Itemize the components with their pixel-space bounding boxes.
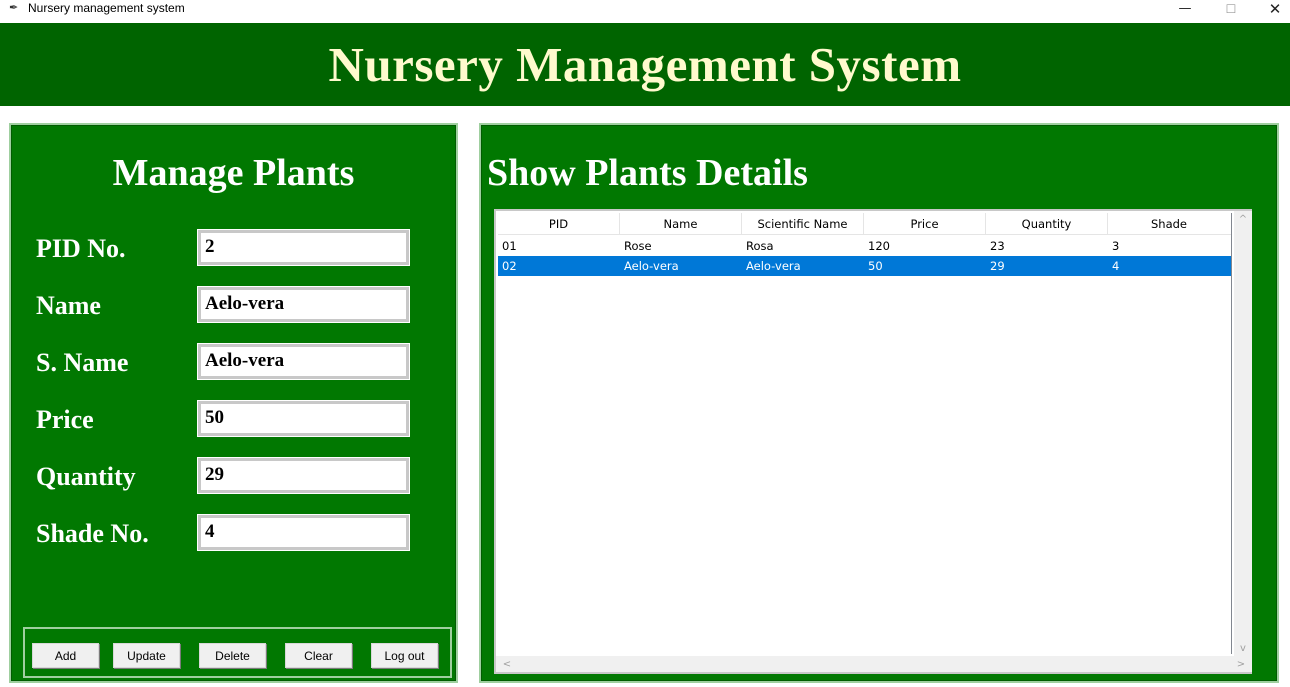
pid-input[interactable]: 2: [197, 229, 410, 266]
cell-pid: 02: [502, 259, 517, 273]
clear-button[interactable]: Clear: [285, 643, 352, 668]
price-label: Price: [36, 405, 94, 434]
delete-button[interactable]: Delete: [199, 643, 266, 668]
shade-row: Shade No. 4: [11, 514, 456, 555]
column-header-scientific-name[interactable]: Scientific Name: [742, 213, 864, 235]
close-button[interactable]: ✕: [1252, 0, 1290, 18]
quantity-input[interactable]: 29: [197, 457, 410, 494]
cell-name: Rose: [624, 239, 652, 253]
scroll-down-icon[interactable]: v: [1234, 641, 1252, 655]
window-title-bar: ✒ Nursery management system — ☐ ✕: [0, 0, 1290, 18]
name-input[interactable]: Aelo-vera: [197, 286, 410, 323]
scroll-up-icon[interactable]: ^: [1234, 212, 1252, 226]
price-input[interactable]: 50: [197, 400, 410, 437]
column-header-pid[interactable]: PID: [498, 213, 620, 235]
scientific-name-row: S. Name Aelo-vera: [11, 343, 456, 384]
table-row[interactable]: 01 Rose Rosa 120 23 3: [498, 236, 1231, 256]
cell-price: 120: [868, 239, 890, 253]
scroll-left-icon[interactable]: <: [498, 657, 516, 671]
column-header-quantity[interactable]: Quantity: [986, 213, 1108, 235]
plants-details-panel: Show Plants Details PID Name Scientific …: [479, 123, 1279, 683]
feather-icon: ✒: [9, 1, 19, 14]
window-title: Nursery management system: [28, 1, 185, 15]
price-row: Price 50: [11, 400, 456, 441]
cell-name: Aelo-vera: [624, 259, 679, 273]
cell-price: 50: [868, 259, 883, 273]
cell-pid: 01: [502, 239, 517, 253]
scientific-name-input[interactable]: Aelo-vera: [197, 343, 410, 380]
scroll-right-icon[interactable]: >: [1232, 657, 1250, 671]
quantity-label: Quantity: [36, 462, 136, 491]
column-header-price[interactable]: Price: [864, 213, 986, 235]
table-row-selected[interactable]: 02 Aelo-vera Aelo-vera 50 29 4: [498, 256, 1231, 276]
scientific-name-label: S. Name: [36, 348, 129, 377]
add-button[interactable]: Add: [32, 643, 99, 668]
name-row: Name Aelo-vera: [11, 286, 456, 327]
cell-shade: 4: [1112, 259, 1120, 273]
update-button[interactable]: Update: [113, 643, 180, 668]
plants-table[interactable]: PID Name Scientific Name Price Quantity …: [498, 213, 1232, 654]
quantity-row: Quantity 29: [11, 457, 456, 498]
table-header: PID Name Scientific Name Price Quantity …: [498, 213, 1231, 235]
cell-shade: 3: [1112, 239, 1120, 253]
pid-row: PID No. 2: [11, 229, 456, 270]
button-bar: Add Update Delete Clear Log out: [23, 627, 452, 678]
logout-button[interactable]: Log out: [371, 643, 438, 668]
manage-plants-title: Manage Plants: [112, 152, 355, 194]
cell-scientific-name: Aelo-vera: [746, 259, 801, 273]
pid-label: PID No.: [36, 234, 126, 263]
cell-scientific-name: Rosa: [746, 239, 774, 253]
cell-quantity: 23: [990, 239, 1005, 253]
app-title: Nursery Management System: [328, 37, 962, 92]
cell-quantity: 29: [990, 259, 1005, 273]
shade-label: Shade No.: [36, 519, 149, 548]
app-header: Nursery Management System: [0, 23, 1290, 106]
plants-details-title: Show Plants Details: [487, 152, 808, 194]
vertical-scrollbar[interactable]: ^ v: [1234, 211, 1252, 656]
plants-table-frame: PID Name Scientific Name Price Quantity …: [494, 209, 1252, 674]
name-label: Name: [36, 291, 101, 320]
column-header-name[interactable]: Name: [620, 213, 742, 235]
column-header-shade[interactable]: Shade: [1108, 213, 1230, 235]
shade-input[interactable]: 4: [197, 514, 410, 551]
maximize-button[interactable]: ☐: [1208, 0, 1254, 17]
minimize-button[interactable]: —: [1162, 0, 1208, 17]
horizontal-scrollbar[interactable]: < >: [496, 656, 1252, 672]
manage-plants-panel: Manage Plants PID No. 2 Name Aelo-vera S…: [9, 123, 458, 683]
